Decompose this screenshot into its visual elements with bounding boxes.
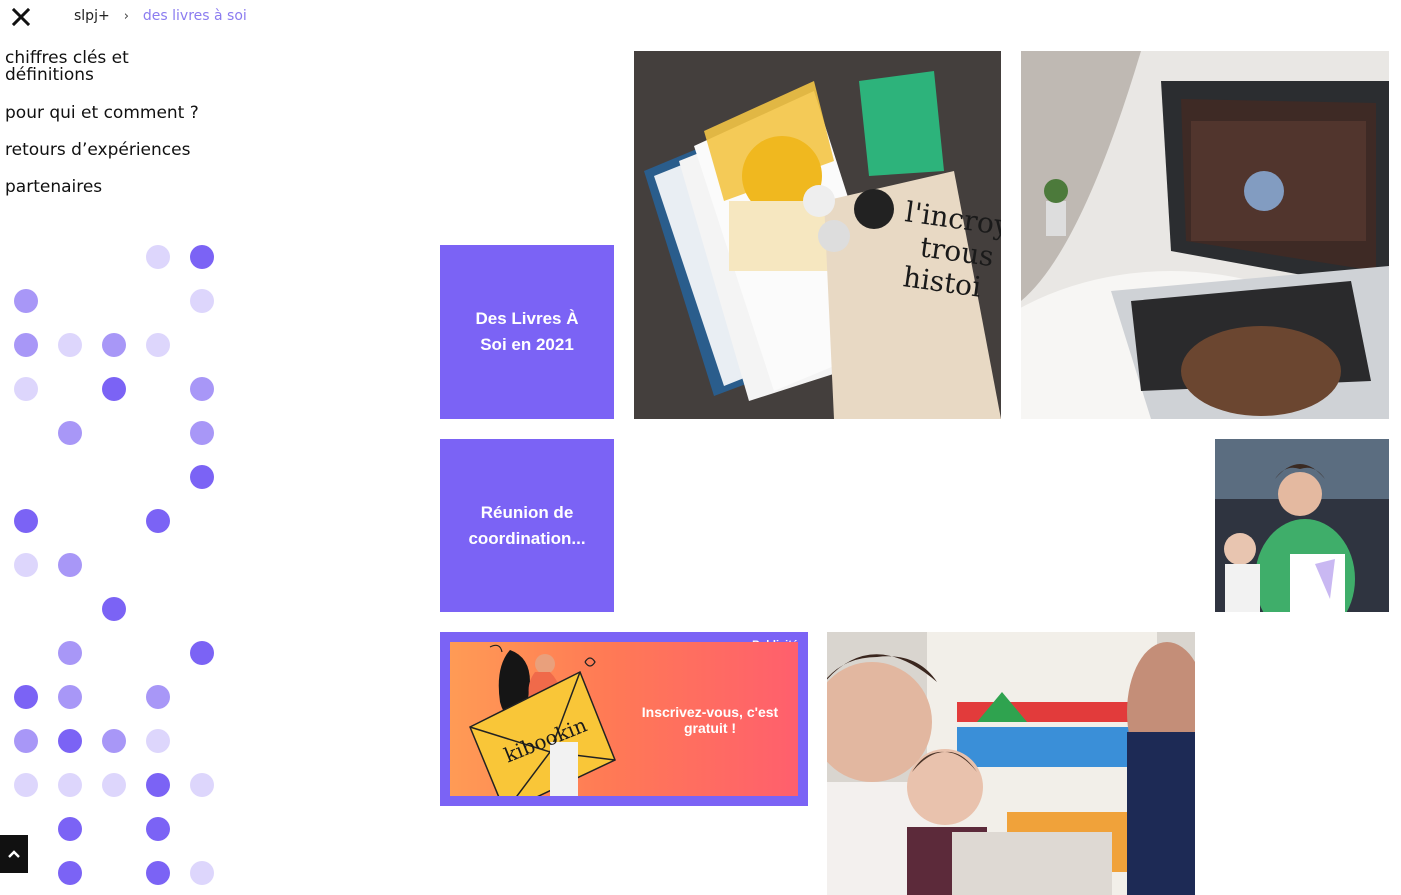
scroll-to-top-button[interactable] bbox=[0, 835, 28, 873]
decorative-dot bbox=[58, 685, 82, 709]
decorative-dot bbox=[146, 333, 170, 357]
decorative-dot bbox=[14, 685, 38, 709]
decorative-dot bbox=[102, 773, 126, 797]
decorative-dot bbox=[14, 509, 38, 533]
decorative-dot bbox=[102, 729, 126, 753]
decorative-dot bbox=[58, 641, 82, 665]
decorative-dot bbox=[58, 861, 82, 885]
sidebar-item-chiffres[interactable]: chiffres clés et définitions bbox=[5, 50, 225, 84]
decorative-dot bbox=[190, 289, 214, 313]
sidebar-nav: chiffres clés et définitions pour qui et… bbox=[5, 50, 225, 216]
breadcrumb-current: des livres à soi bbox=[142, 8, 247, 24]
ad-cta-text: Inscrivez-vous, c'est gratuit ! bbox=[641, 704, 779, 736]
decorative-dot bbox=[190, 245, 214, 269]
chevron-up-icon bbox=[8, 850, 20, 858]
decorative-dot bbox=[58, 773, 82, 797]
decorative-dot bbox=[14, 729, 38, 753]
decorative-dot bbox=[146, 817, 170, 841]
decorative-dot bbox=[146, 773, 170, 797]
decorative-dot bbox=[190, 773, 214, 797]
breadcrumb-separator: › bbox=[123, 8, 129, 24]
decorative-dot bbox=[146, 685, 170, 709]
decorative-dot bbox=[102, 597, 126, 621]
decorative-dot bbox=[190, 377, 214, 401]
breadcrumb-root-link[interactable]: slpj+ bbox=[74, 8, 110, 24]
decorative-dot bbox=[102, 333, 126, 357]
close-button[interactable] bbox=[10, 6, 32, 28]
decorative-dot-pattern bbox=[14, 245, 234, 895]
decorative-dot bbox=[190, 421, 214, 445]
decorative-dot bbox=[146, 861, 170, 885]
decorative-dot bbox=[58, 333, 82, 357]
decorative-dot bbox=[146, 729, 170, 753]
close-icon bbox=[11, 7, 31, 27]
book-kit-image: l'incroya trous histoi bbox=[634, 51, 1001, 419]
article-card-reunion[interactable]: Réunion de coordination... bbox=[440, 439, 614, 612]
advertisement-banner[interactable]: Publicité kibookin Inscrivez-vous, c'est… bbox=[440, 632, 808, 806]
decorative-dot bbox=[58, 553, 82, 577]
child-reading-image bbox=[1215, 439, 1389, 612]
decorative-dot bbox=[58, 817, 82, 841]
sidebar-item-partenaires[interactable]: partenaires bbox=[5, 179, 225, 196]
laptop-video-call-image bbox=[1021, 51, 1389, 419]
article-photo-bookshop[interactable] bbox=[827, 632, 1195, 895]
article-photo-laptop[interactable] bbox=[1021, 51, 1389, 419]
decorative-dot bbox=[14, 377, 38, 401]
children-bookshop-image bbox=[827, 632, 1195, 895]
decorative-dot bbox=[102, 377, 126, 401]
decorative-dot bbox=[14, 553, 38, 577]
decorative-dot bbox=[58, 421, 82, 445]
article-card-title: Des Livres À Soi en 2021 bbox=[475, 309, 579, 354]
decorative-dot bbox=[190, 641, 214, 665]
article-photo-child-reading[interactable] bbox=[1215, 439, 1389, 612]
article-card-des-livres-2021[interactable]: Des Livres À Soi en 2021 bbox=[440, 245, 614, 419]
sidebar-item-pour-qui[interactable]: pour qui et comment ? bbox=[5, 105, 225, 122]
decorative-dot bbox=[58, 729, 82, 753]
decorative-dot bbox=[146, 509, 170, 533]
breadcrumb: slpj+ › des livres à soi bbox=[74, 8, 247, 24]
ad-creative: kibookin Inscrivez-vous, c'est gratuit ! bbox=[450, 642, 798, 796]
decorative-dot bbox=[190, 861, 214, 885]
decorative-dot bbox=[14, 773, 38, 797]
article-card-title: Réunion de coordination... bbox=[468, 502, 586, 548]
decorative-dot bbox=[14, 333, 38, 357]
decorative-dot bbox=[190, 465, 214, 489]
decorative-dot bbox=[146, 245, 170, 269]
sidebar-item-retours[interactable]: retours d’expériences bbox=[5, 142, 225, 159]
article-photo-book-kit[interactable]: l'incroya trous histoi bbox=[634, 51, 1001, 419]
decorative-dot bbox=[14, 289, 38, 313]
